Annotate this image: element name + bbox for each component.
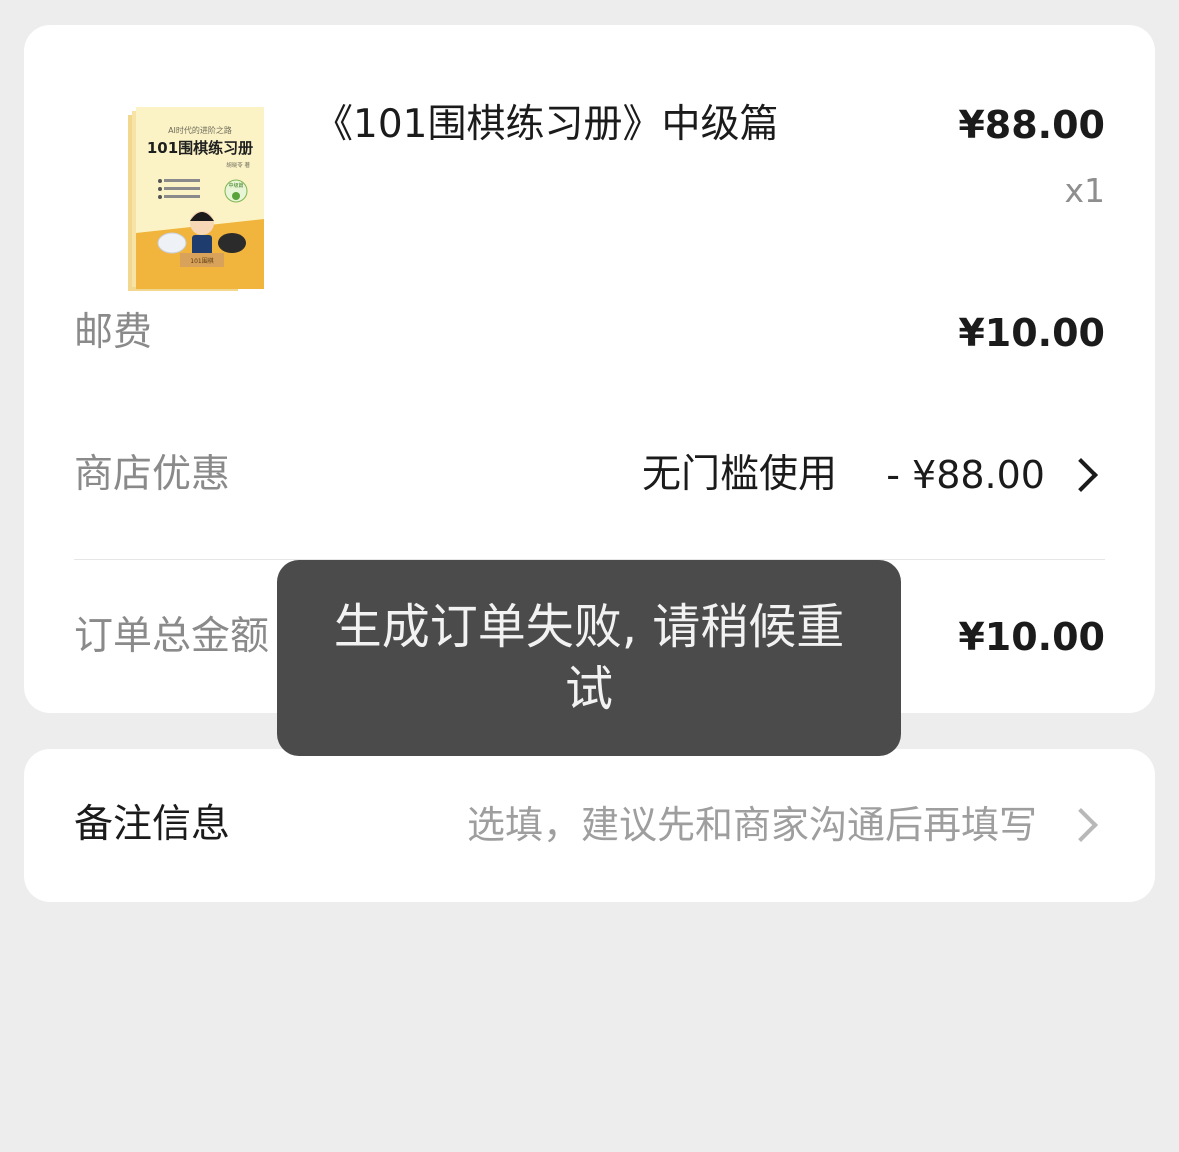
svg-text:101围棋练习册: 101围棋练习册	[147, 139, 253, 157]
remark-input-placeholder[interactable]: 选填，建议先和商家沟通后再填写	[467, 797, 1037, 853]
remark-label: 备注信息	[74, 802, 231, 847]
product-name[interactable]: 《101围棋练习册》中级篇	[314, 97, 778, 153]
product-price: ¥88.00	[958, 103, 1105, 147]
store-discount-label[interactable]: 商店优惠	[74, 447, 230, 503]
toast-message: 生成订单失败, 请稍候重试	[333, 599, 845, 717]
order-total-value: ¥10.00	[958, 615, 1105, 659]
svg-text:中级篇: 中级篇	[228, 182, 243, 189]
remark-card[interactable]: 备注信息 选填，建议先和商家沟通后再填写	[24, 749, 1155, 902]
svg-text:101围棋: 101围棋	[190, 257, 213, 265]
chevron-right-icon[interactable]	[1064, 458, 1098, 492]
order-total-label: 订单总金额	[74, 614, 270, 659]
product-image[interactable]: AI时代的进阶之路 101围棋练习册 胡晓苓 著 中级篇 101围棋	[100, 103, 268, 299]
svg-text:AI时代的进阶之路: AI时代的进阶之路	[168, 125, 232, 135]
shipping-value: ¥10.00	[958, 311, 1105, 355]
product-quantity: x1	[1064, 171, 1105, 210]
error-toast: 生成订单失败, 请稍候重试	[277, 560, 901, 756]
shipping-label: 邮费	[74, 310, 153, 355]
store-discount-condition[interactable]: 无门槛使用	[642, 447, 837, 503]
store-discount-amount[interactable]: - ¥88.00	[886, 447, 1045, 503]
chevron-right-icon[interactable]	[1064, 808, 1098, 842]
svg-text:胡晓苓 著: 胡晓苓 著	[226, 161, 250, 169]
